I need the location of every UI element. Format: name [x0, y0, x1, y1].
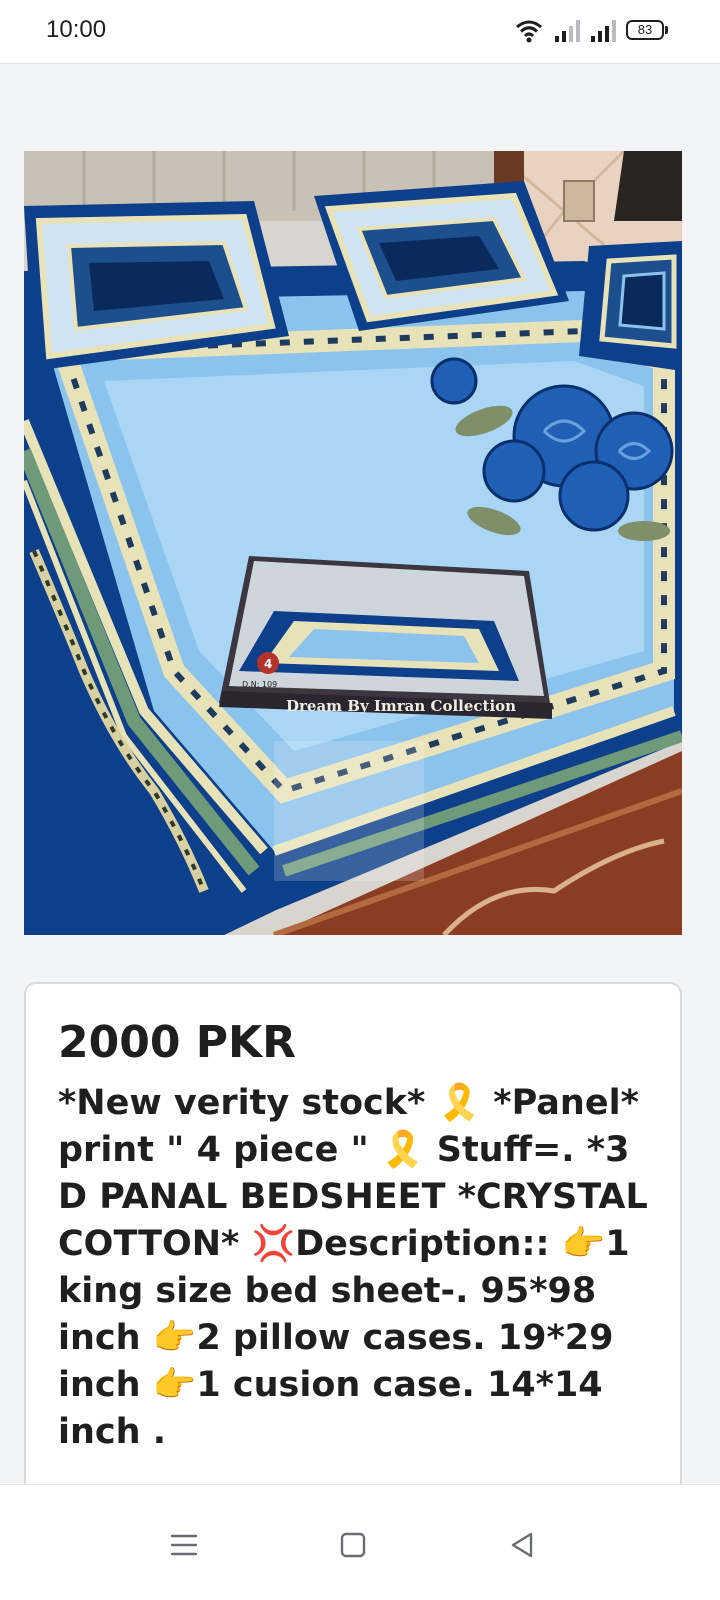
back-icon: [511, 1532, 533, 1558]
home-button[interactable]: [317, 1509, 389, 1581]
status-time: 10:00: [46, 16, 107, 43]
package-count: 4: [264, 657, 272, 671]
system-nav-bar: [0, 1484, 720, 1600]
menu-icon: [170, 1534, 198, 1556]
product-price: 2000 PKR: [58, 1017, 297, 1068]
home-icon: [340, 1532, 366, 1558]
signal-icon: [555, 20, 580, 42]
signal-icon: [591, 20, 616, 42]
package-label: Dream By Imran Collection: [286, 697, 516, 715]
product-description: *New verity stock* 🎗️ *Panel* print " 4 …: [58, 1083, 660, 1452]
menu-button[interactable]: [148, 1509, 220, 1581]
package-code: D.N: 109: [242, 680, 277, 689]
back-button[interactable]: [486, 1509, 558, 1581]
status-bar: 10:00 83: [0, 0, 720, 64]
battery-icon: 83: [626, 20, 668, 40]
status-icons: 83: [514, 18, 668, 46]
wifi-icon: [516, 20, 542, 43]
product-image[interactable]: Dream By Imran Collection 4 D.N: 109: [24, 151, 682, 935]
